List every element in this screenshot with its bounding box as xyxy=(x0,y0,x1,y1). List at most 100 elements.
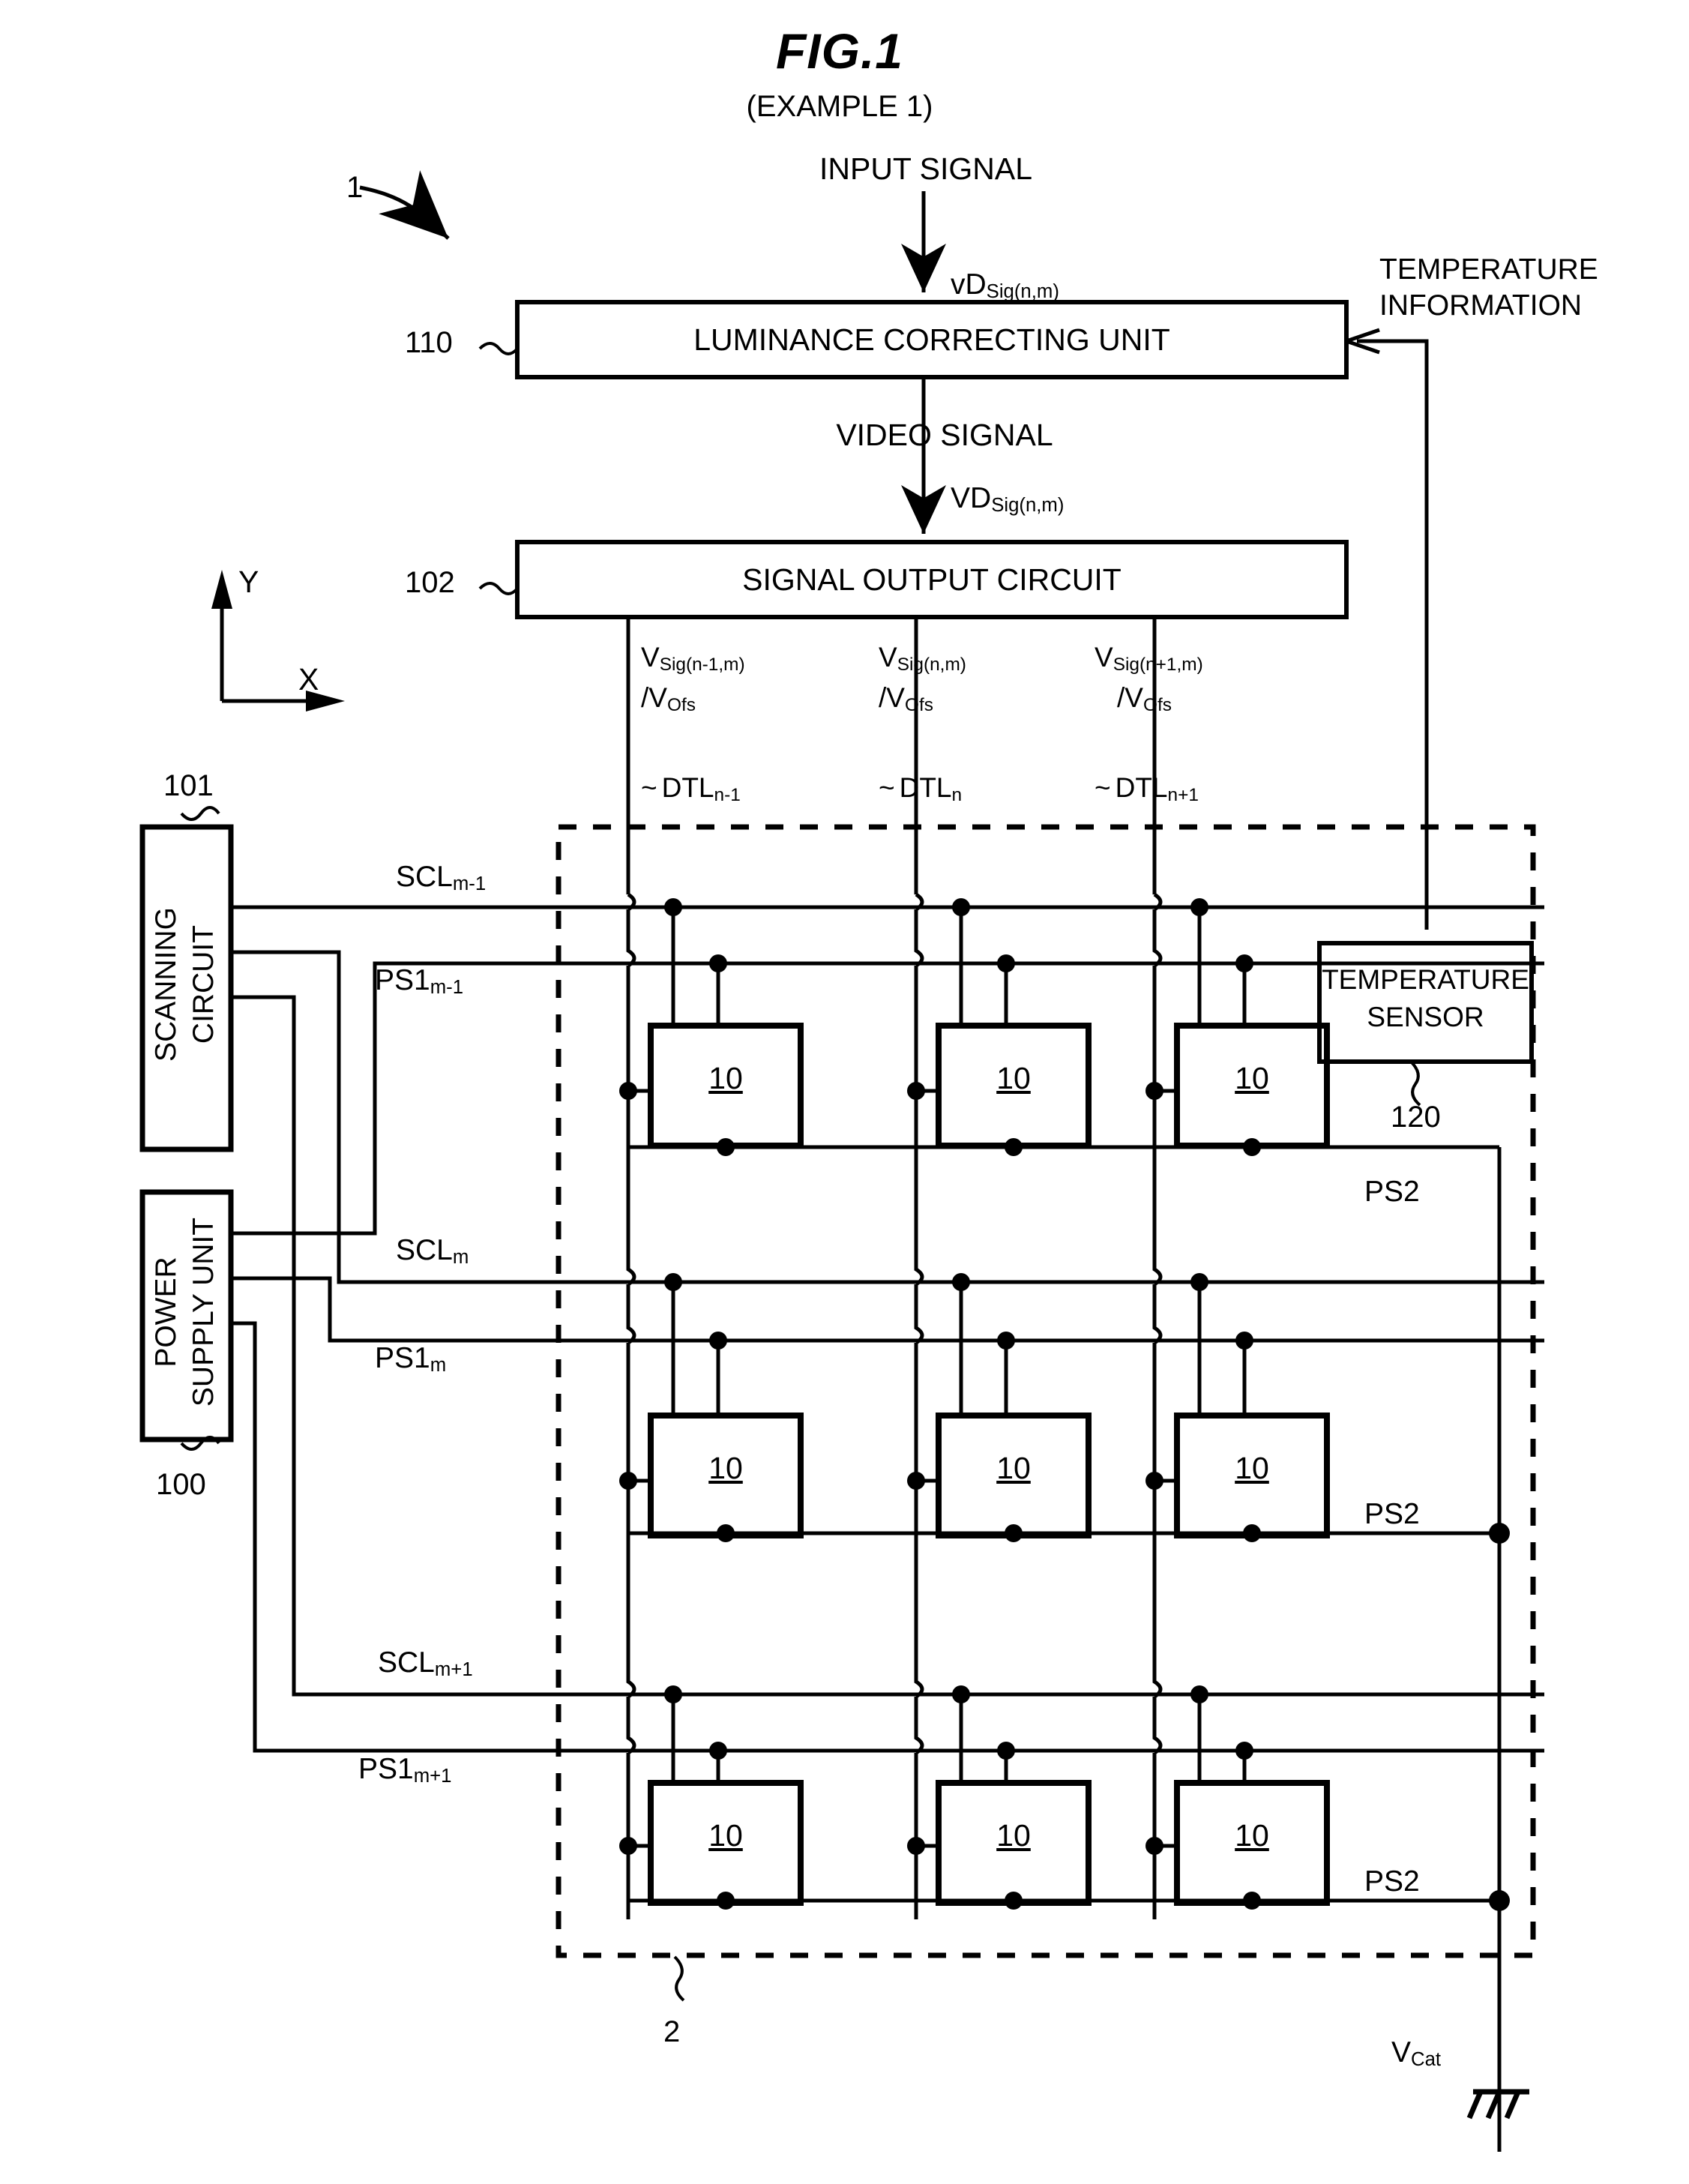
col1-dtl-label: ~ DTLn-1 xyxy=(641,772,741,804)
row1-ps1-label: PS1m-1 xyxy=(375,964,464,999)
vcat-main: V xyxy=(1391,2036,1412,2069)
row3-ps1-main: PS1 xyxy=(358,1753,414,1785)
input-signal-symbol-sub: Sig(n,m) xyxy=(986,281,1059,303)
col3-vsig-main: V xyxy=(1095,642,1113,673)
col1-vofs-main: /V xyxy=(641,682,667,713)
row1-scl-sub: m-1 xyxy=(452,873,487,895)
col3-dtl-tilde: ~ xyxy=(1095,772,1111,803)
temperature-sensor-label-line2: SENSOR xyxy=(1367,1002,1484,1032)
col1-vofs-sub: Ofs xyxy=(666,694,696,715)
col3-dtl-main: DTL xyxy=(1115,772,1168,803)
dtl-col1-body xyxy=(626,892,636,1919)
ps1-row2-line xyxy=(231,1276,1544,1343)
input-signal-symbol: vDSig(n,m) xyxy=(951,268,1059,303)
row3-scl-label: SCLm+1 xyxy=(378,1646,473,1681)
dtl-col3-body xyxy=(1152,892,1163,1919)
col3-vsig-sub: Sig(n+1,m) xyxy=(1113,654,1203,675)
row2-ps1-sub: m xyxy=(430,1355,447,1377)
row2-ps1-label: PS1m xyxy=(375,1342,447,1377)
ref-110-leader xyxy=(478,342,519,355)
row3-ps1-label: PS1m+1 xyxy=(358,1753,452,1787)
video-signal-label: VIDEO SIGNAL xyxy=(836,418,1053,452)
video-signal-symbol-sub: Sig(n,m) xyxy=(991,495,1065,517)
col1-vsig-label: VSig(n-1,m) xyxy=(641,642,745,674)
system-ref-leader xyxy=(359,170,450,240)
pixel-cell-label-r3c2: 10 xyxy=(996,1818,1031,1853)
row2-ps1-main: PS1 xyxy=(375,1342,430,1374)
video-signal-symbol-main: VD xyxy=(951,482,992,514)
col3-dtl-sub: n+1 xyxy=(1167,784,1199,805)
x-axis-label: X xyxy=(298,662,319,697)
col2-vofs-main: /V xyxy=(879,682,905,713)
ref-102: 102 xyxy=(405,566,455,599)
col2-vsig-sub: Sig(n,m) xyxy=(897,654,966,675)
col1-dtl-sub: n-1 xyxy=(714,784,741,805)
figure-subtitle: (EXAMPLE 1) xyxy=(746,90,933,123)
luminance-correcting-unit-label: LUMINANCE CORRECTING UNIT xyxy=(693,322,1170,357)
input-signal-symbol-main: vD xyxy=(951,268,987,301)
vcat-sub: Cat xyxy=(1411,2049,1442,2071)
figure-title: FIG.1 xyxy=(775,23,904,79)
video-signal-symbol: VDSig(n,m) xyxy=(951,482,1065,517)
row3-scl-main: SCL xyxy=(378,1646,435,1679)
ref-101-leader xyxy=(180,806,220,821)
row3-scl-sub: m+1 xyxy=(434,1659,473,1681)
row3-ps1-sub: m+1 xyxy=(413,1766,452,1787)
ref-120: 120 xyxy=(1391,1101,1441,1134)
display-panel-boundary xyxy=(556,824,1536,1958)
pixel-cell-label-r1c1: 10 xyxy=(708,1061,743,1095)
signal-output-circuit-label: SIGNAL OUTPUT CIRCUIT xyxy=(742,562,1122,597)
ref-2-leader xyxy=(673,1955,685,2002)
temperature-information-line xyxy=(1357,339,1429,930)
ps1-row3-line xyxy=(231,1321,1544,1753)
y-axis-label: Y xyxy=(238,565,259,599)
row1-scl-main: SCL xyxy=(396,861,453,893)
col3-vofs-sub: Ofs xyxy=(1142,694,1172,715)
col3-dtl-label: ~ DTLn+1 xyxy=(1095,772,1199,804)
col1-dtl-main: DTL xyxy=(661,772,714,803)
col2-vsig-label: VSig(n,m) xyxy=(879,642,966,674)
ground-hatch xyxy=(1466,2090,1521,2120)
vcat-label: VCat xyxy=(1391,2036,1442,2071)
row2-scl-sub: m xyxy=(452,1247,469,1269)
col1-vsig-sub: Sig(n-1,m) xyxy=(659,654,745,675)
ref-100: 100 xyxy=(156,1468,206,1501)
power-supply-unit-label-line2: SUPPLY UNIT xyxy=(187,1217,220,1407)
col2-dtl-tilde: ~ xyxy=(879,772,895,803)
pixel-cell-label-r3c1: 10 xyxy=(708,1818,743,1853)
col3-vsig-label: VSig(n+1,m) xyxy=(1095,642,1203,674)
pixel-cell-label-r2c2: 10 xyxy=(996,1451,1031,1485)
pixel-cell-label-r2c3: 10 xyxy=(1235,1451,1269,1485)
ref-120-leader xyxy=(1409,1060,1421,1107)
col1-vsig-main: V xyxy=(641,642,660,673)
row2-scl-main: SCL xyxy=(396,1234,453,1266)
ref-2: 2 xyxy=(663,2015,681,2048)
system-ref-number: 1 xyxy=(346,171,364,204)
ref-110: 110 xyxy=(405,326,453,359)
input-signal-label: INPUT SIGNAL xyxy=(819,151,1033,186)
temperature-information-line1: TEMPERATURE xyxy=(1379,253,1598,286)
dtl-col2-body xyxy=(914,892,924,1919)
col2-vsig-main: V xyxy=(879,642,897,673)
power-supply-unit-label-line1: POWER xyxy=(150,1257,182,1368)
row1-scl-label: SCLm-1 xyxy=(396,861,487,895)
col1-dtl-tilde: ~ xyxy=(641,772,657,803)
row2-scl-label: SCLm xyxy=(396,1234,469,1269)
junction-dots xyxy=(619,898,1510,1911)
pixel-cell-label-r2c1: 10 xyxy=(708,1451,743,1485)
col2-vofs-sub: Ofs xyxy=(904,694,933,715)
row1-ps1-sub: m-1 xyxy=(430,977,464,999)
pixel-cell-label-r1c2: 10 xyxy=(996,1061,1031,1095)
row1-ps2-label: PS2 xyxy=(1364,1176,1420,1208)
scanning-circuit-label-line2: CIRCUIT xyxy=(187,924,220,1044)
pixel-cell-label-r3c3: 10 xyxy=(1235,1818,1269,1853)
col1-vofs-label: /VOfs xyxy=(641,682,696,715)
col2-vofs-label: /VOfs xyxy=(879,682,933,715)
col2-dtl-label: ~ DTLn xyxy=(879,772,962,804)
ref-101: 101 xyxy=(163,769,214,802)
row1-ps1-main: PS1 xyxy=(375,964,430,996)
col3-vofs-main: /V xyxy=(1117,682,1143,713)
temperature-information-line2: INFORMATION xyxy=(1379,289,1583,322)
ref-102-leader xyxy=(478,582,519,595)
col3-vofs-label: /VOfs xyxy=(1117,682,1172,715)
